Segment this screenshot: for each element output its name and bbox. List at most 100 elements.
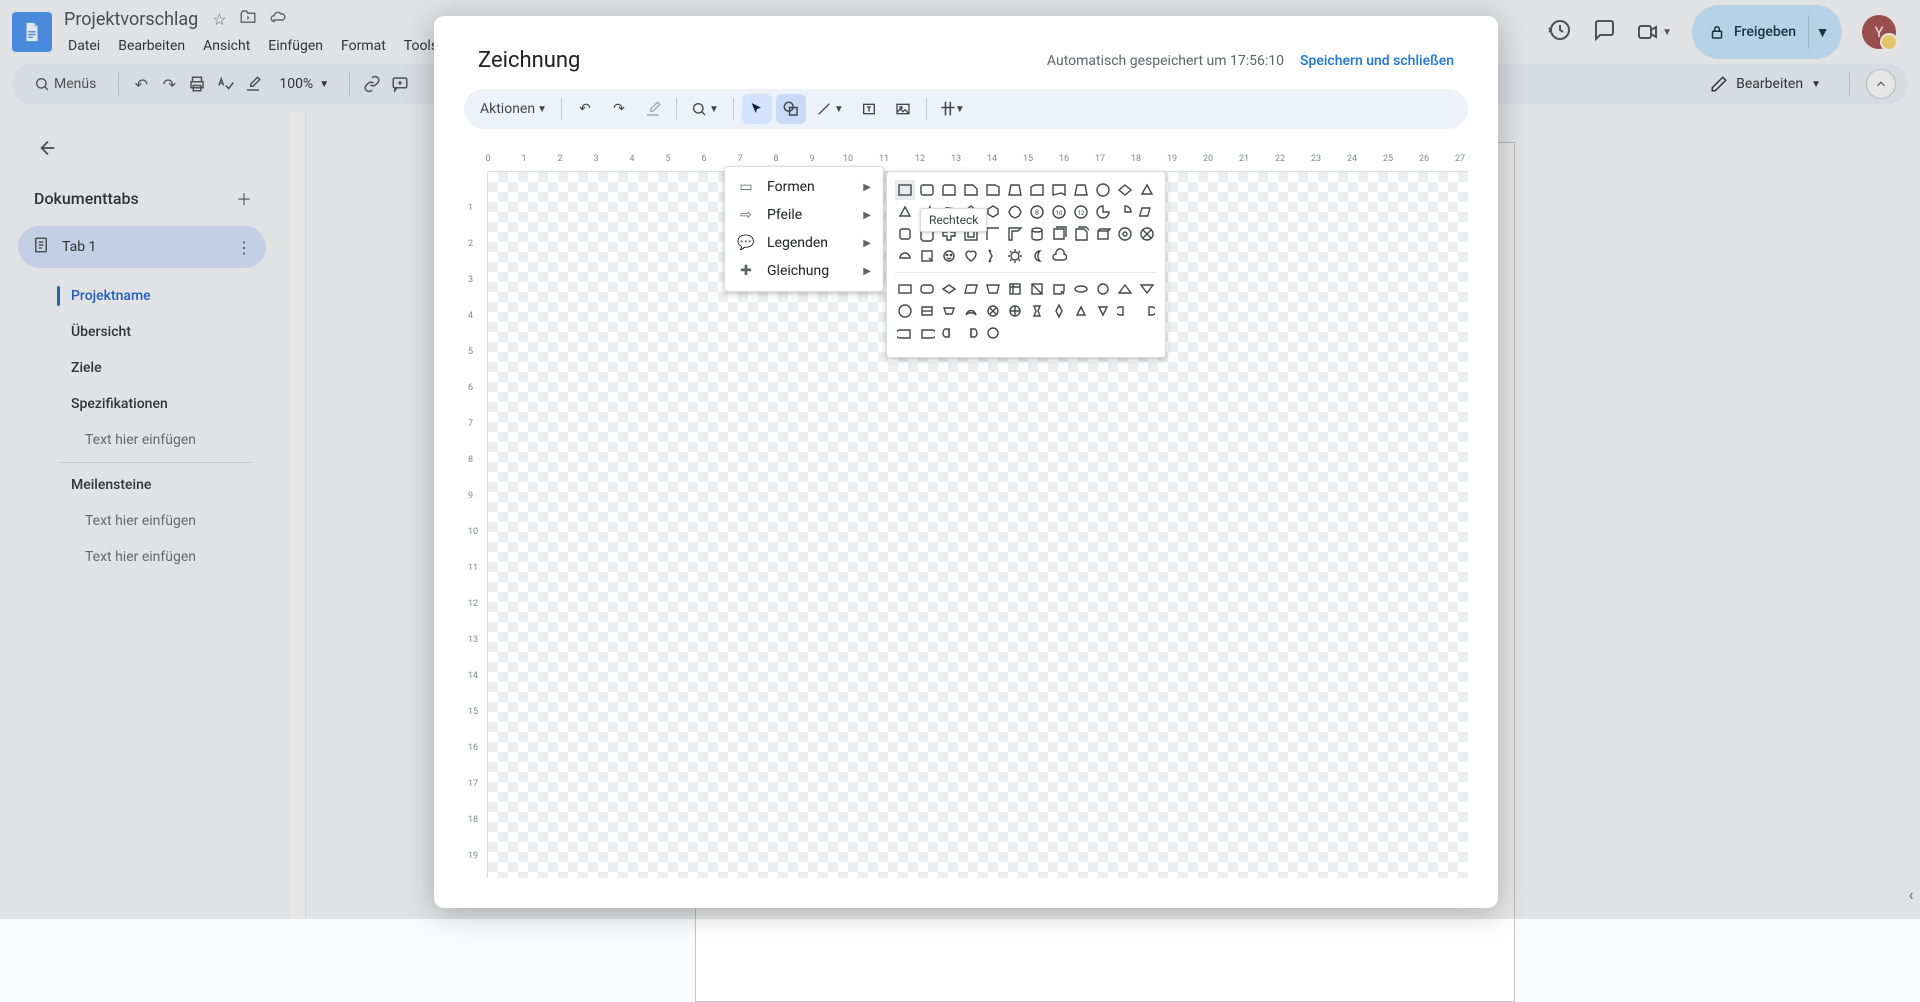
shape-option[interactable]	[1093, 224, 1113, 244]
editing-mode[interactable]: Bearbeiten ▼	[1698, 69, 1833, 99]
shape-option[interactable]	[917, 323, 937, 343]
shape-option[interactable]	[1005, 301, 1025, 321]
comments-icon[interactable]	[1592, 18, 1616, 46]
shape-option[interactable]	[983, 279, 1003, 299]
menu-view[interactable]: Ansicht	[195, 34, 258, 58]
redo-button[interactable]: ↷	[159, 74, 179, 94]
shape-option[interactable]	[939, 180, 959, 200]
document-tab[interactable]: Tab 1 ⋮	[18, 226, 266, 268]
history-icon[interactable]	[1548, 18, 1572, 46]
shape-option[interactable]	[1093, 202, 1113, 222]
shape-option[interactable]	[895, 202, 915, 222]
outline-item-spez[interactable]: Spezifikationen	[12, 386, 272, 422]
tab-more-icon[interactable]: ⋮	[236, 238, 252, 257]
shape-option[interactable]	[917, 301, 937, 321]
shape-option[interactable]	[961, 301, 981, 321]
shape-category-formen[interactable]: ▭ Formen ▶	[725, 173, 883, 201]
move-icon[interactable]	[239, 8, 257, 30]
spellcheck-button[interactable]	[215, 74, 235, 94]
shape-option[interactable]	[1027, 301, 1047, 321]
shape-option[interactable]	[939, 279, 959, 299]
insert-link-button[interactable]	[362, 74, 382, 94]
undo-button[interactable]: ↶	[131, 74, 151, 94]
shape-option[interactable]	[895, 246, 915, 266]
shape-tool[interactable]	[776, 94, 806, 124]
shape-option[interactable]	[1115, 202, 1135, 222]
drawing-redo-button[interactable]: ↷	[604, 94, 634, 124]
more-tools[interactable]: 卄▼	[935, 94, 971, 124]
shape-option[interactable]	[1049, 224, 1069, 244]
shape-option[interactable]: 8	[1027, 202, 1047, 222]
cloud-icon[interactable]	[269, 8, 287, 30]
actions-menu[interactable]: Aktionen▼	[474, 94, 553, 124]
shape-option[interactable]	[1049, 246, 1069, 266]
save-and-close-button[interactable]: Speichern und schließen	[1300, 53, 1454, 69]
drawing-undo-button[interactable]: ↶	[570, 94, 600, 124]
shape-option[interactable]	[983, 323, 1003, 343]
insert-comment-button[interactable]	[390, 74, 410, 94]
shape-option[interactable]	[1137, 180, 1157, 200]
shape-option[interactable]	[961, 180, 981, 200]
shape-option[interactable]	[1005, 202, 1025, 222]
outline-item-projektname[interactable]: Projektname	[12, 278, 272, 314]
shape-option[interactable]	[1071, 180, 1091, 200]
paint-format-button[interactable]	[243, 74, 263, 94]
select-tool[interactable]	[742, 94, 772, 124]
meet-icon[interactable]: ▼	[1636, 20, 1672, 44]
share-button[interactable]: Freigeben ▼	[1692, 5, 1842, 59]
shape-option[interactable]	[939, 301, 959, 321]
menu-format[interactable]: Format	[333, 34, 394, 58]
outline-item-t3[interactable]: Text hier einfügen	[12, 539, 272, 575]
shape-option[interactable]	[895, 279, 915, 299]
shape-option[interactable]	[1093, 279, 1113, 299]
star-icon[interactable]: ☆	[212, 10, 226, 29]
outline-item-t2[interactable]: Text hier einfügen	[12, 503, 272, 539]
print-button[interactable]	[187, 74, 207, 94]
shape-option[interactable]	[917, 180, 937, 200]
shape-option[interactable]	[939, 323, 959, 343]
outline-item-uebersicht[interactable]: Übersicht	[12, 314, 272, 350]
outline-item-ziele[interactable]: Ziele	[12, 350, 272, 386]
shape-option[interactable]	[1005, 246, 1025, 266]
shape-option[interactable]	[1093, 301, 1113, 321]
account-avatar[interactable]: Y	[1862, 15, 1896, 49]
image-tool[interactable]	[888, 94, 918, 124]
search-menus[interactable]: Menüs	[24, 72, 106, 96]
shape-option[interactable]	[895, 323, 915, 343]
shape-option[interactable]	[1049, 279, 1069, 299]
shape-option[interactable]	[1137, 301, 1157, 321]
shape-option[interactable]	[1115, 180, 1135, 200]
shape-option[interactable]	[1115, 279, 1135, 299]
shape-option[interactable]	[1027, 246, 1047, 266]
shape-option[interactable]	[1115, 224, 1135, 244]
shape-option[interactable]	[1137, 224, 1157, 244]
shape-option[interactable]: 10	[1049, 202, 1069, 222]
shape-option[interactable]	[1027, 224, 1047, 244]
shape-option[interactable]	[1071, 279, 1091, 299]
shape-option[interactable]	[917, 246, 937, 266]
shape-option[interactable]	[895, 301, 915, 321]
shape-option[interactable]	[939, 246, 959, 266]
shape-option[interactable]	[1005, 279, 1025, 299]
shape-option[interactable]	[1027, 279, 1047, 299]
shape-option[interactable]	[895, 224, 915, 244]
shape-option[interactable]	[1115, 301, 1135, 321]
sidebar-back-button[interactable]	[30, 130, 66, 166]
shape-option[interactable]	[983, 301, 1003, 321]
textbox-tool[interactable]	[854, 94, 884, 124]
shape-category-gleichung[interactable]: ✚ Gleichung ▶	[725, 257, 883, 285]
shape-option[interactable]	[1049, 180, 1069, 200]
shape-option[interactable]	[983, 180, 1003, 200]
shape-option[interactable]: 12	[1071, 202, 1091, 222]
shape-option[interactable]	[1071, 301, 1091, 321]
collapse-toolbar-button[interactable]	[1866, 69, 1896, 99]
outline-item-t1[interactable]: Text hier einfügen	[12, 422, 272, 458]
side-panel-toggle[interactable]: ‹	[1902, 112, 1920, 919]
outline-item-meil[interactable]: Meilensteine	[12, 467, 272, 503]
menu-insert[interactable]: Einfügen	[260, 34, 331, 58]
shape-option[interactable]	[961, 279, 981, 299]
shape-option[interactable]	[895, 180, 915, 200]
zoom-select[interactable]: 100% ▼	[271, 72, 337, 96]
shape-option[interactable]	[1005, 180, 1025, 200]
add-tab-button[interactable]: ＋	[230, 184, 258, 212]
